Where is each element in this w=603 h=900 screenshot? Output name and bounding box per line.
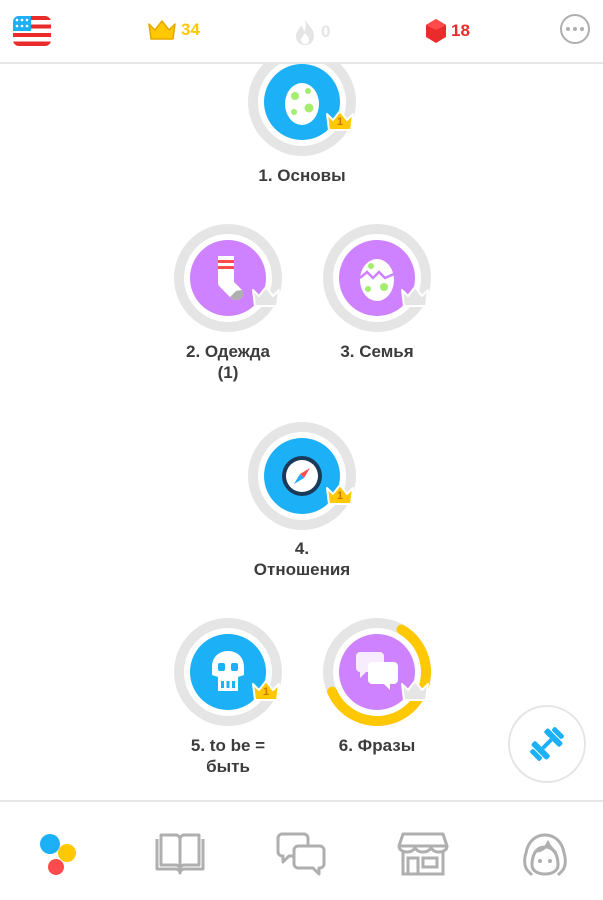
nav-stories[interactable] <box>154 830 206 878</box>
skill-label: 5. to be = быть <box>190 736 266 776</box>
gems-count: 18 <box>451 21 470 40</box>
streak-count: 0 <box>321 22 331 41</box>
skill-label: 6. Фразы <box>338 736 416 755</box>
dot-icon <box>580 27 584 31</box>
crown-empty-badge <box>251 285 281 309</box>
egg-icon <box>285 83 319 125</box>
skill-5-to-be[interactable]: 1 <box>173 617 283 727</box>
gem-icon <box>426 19 446 43</box>
flame-icon <box>296 19 314 45</box>
more-options-button[interactable] <box>560 14 590 44</box>
skull-icon <box>212 651 244 691</box>
crown-empty-badge <box>400 679 430 703</box>
nav-profile[interactable] <box>519 830 571 878</box>
hatching-egg-icon <box>359 259 395 301</box>
book-icon <box>155 833 205 875</box>
skill-2-odezhda[interactable] <box>173 223 283 333</box>
speech-bubbles-icon <box>356 652 398 690</box>
crowns-counter[interactable]: 34 <box>146 18 200 42</box>
nav-learn[interactable] <box>33 830 85 878</box>
dot-icon <box>566 27 570 31</box>
profile-icon <box>523 833 567 877</box>
crown-level-badge: 1 <box>251 679 281 703</box>
crown-icon <box>148 20 176 40</box>
compass-icon <box>282 456 322 496</box>
dumbbell-icon <box>530 727 564 761</box>
crown-level: 1 <box>336 490 344 502</box>
skill-label: 3. Семья <box>340 342 414 361</box>
learn-dots-icon <box>40 834 76 875</box>
crown-level: 1 <box>336 116 344 128</box>
skill-label: 1. Основы <box>258 166 346 185</box>
crown-level-badge: 1 <box>325 483 355 507</box>
skill-4-otnosheniya[interactable]: 1 <box>247 421 357 531</box>
shop-icon <box>397 832 449 876</box>
streak-counter[interactable]: 0 <box>292 18 330 46</box>
skill-3-semya[interactable] <box>322 223 432 333</box>
sock-icon <box>218 256 244 300</box>
practice-button[interactable] <box>508 705 586 783</box>
crown-empty-badge <box>400 285 430 309</box>
skill-label: 2. Одежда (1) <box>185 342 271 382</box>
crowns-count: 34 <box>181 20 200 39</box>
skill-tree: 1 1. Основы 2. Одежда (1) 3. Семья 1 4. … <box>0 64 603 800</box>
nav-shop[interactable] <box>397 830 449 878</box>
skill-label: 4. Отношения <box>253 539 351 579</box>
us-flag-icon[interactable] <box>13 16 51 46</box>
nav-discussion[interactable] <box>275 830 327 878</box>
dot-icon <box>573 27 577 31</box>
skill-6-frazy[interactable] <box>322 617 432 727</box>
crown-level-badge: 1 <box>325 109 355 133</box>
chat-bubbles-icon <box>276 832 326 876</box>
skill-1-osnovy[interactable]: 1 <box>247 64 357 157</box>
top-bar: 34 0 18 <box>0 0 603 64</box>
crown-level: 1 <box>262 686 270 698</box>
gems-counter[interactable]: 18 <box>424 18 470 44</box>
bottom-nav <box>0 800 603 900</box>
